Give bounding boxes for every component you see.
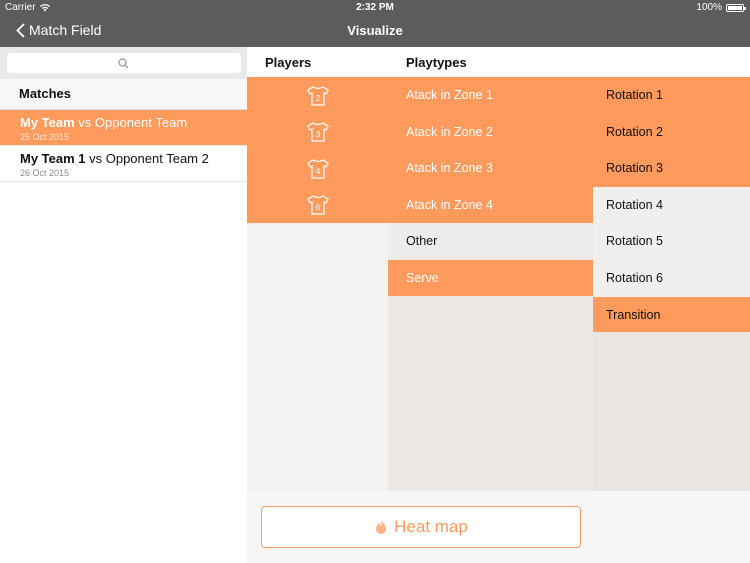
playtype-item[interactable]: Atack in Zone 2 — [388, 113, 593, 151]
rotation-item[interactable]: Rotation 5 — [593, 223, 750, 260]
playtype-item[interactable]: Atack in Zone 1 — [388, 77, 593, 114]
playtypes-empty-area — [388, 296, 593, 491]
jersey-icon: 4 — [306, 159, 329, 179]
players-column: 2 3 4 6 — [247, 77, 388, 224]
flame-icon — [376, 520, 387, 534]
rotation-item[interactable]: Rotation 6 — [593, 259, 750, 297]
jersey-icon: 3 — [306, 122, 329, 142]
filter-header: Players Playtypes — [247, 47, 750, 77]
search-bar — [0, 47, 247, 79]
bottom-bar: Heat map — [247, 491, 750, 563]
jersey-icon: 6 — [306, 195, 329, 216]
rotation-item[interactable]: Rotation 4 — [593, 186, 750, 224]
sidebar: Matches My Team vs Opponent Team 25 Oct … — [0, 47, 247, 563]
search-input[interactable] — [6, 53, 241, 73]
players-empty-area — [247, 223, 388, 491]
playtype-item[interactable]: Serve — [388, 259, 593, 297]
status-bar: Carrier 2:32 PM 100% — [0, 0, 750, 16]
playtypes-header: Playtypes — [406, 55, 467, 70]
players-header: Players — [265, 55, 312, 70]
jersey-icon: 2 — [306, 86, 329, 106]
rotations-column: Rotation 1 Rotation 2 Rotation 3 Rotatio… — [593, 77, 750, 334]
player-item[interactable]: 3 — [247, 113, 388, 151]
matches-header: Matches — [0, 79, 247, 110]
playtypes-column: Atack in Zone 1 Atack in Zone 2 Atack in… — [388, 77, 593, 297]
rotation-item[interactable]: Rotation 3 — [593, 150, 750, 187]
battery-percent: 100% — [696, 2, 722, 13]
rotation-item[interactable]: Rotation 2 — [593, 113, 750, 151]
navigation-bar: Match Field Visualize — [0, 16, 750, 47]
match-date: 25 Oct 2015 — [20, 132, 70, 142]
match-team: My Team 1 — [20, 151, 86, 166]
rotations-empty-area — [593, 332, 750, 491]
rotation-item[interactable]: Transition — [593, 296, 750, 334]
player-item[interactable]: 4 — [247, 150, 388, 187]
page-title: Visualize — [347, 23, 403, 38]
player-item[interactable]: 6 — [247, 186, 388, 224]
status-time: 2:32 PM — [356, 2, 394, 13]
heat-map-button-label: Heat map — [394, 517, 468, 536]
player-number: 3 — [315, 130, 320, 139]
match-date: 26 Oct 2015 — [20, 168, 70, 178]
player-number: 6 — [315, 203, 320, 212]
player-number: 4 — [315, 167, 320, 176]
playtype-item[interactable]: Atack in Zone 4 — [388, 186, 593, 224]
battery-icon — [726, 3, 746, 12]
match-item[interactable]: My Team vs Opponent Team 25 Oct 2015 — [0, 110, 247, 146]
match-team: My Team — [20, 115, 75, 130]
search-icon — [118, 57, 129, 68]
rotation-item[interactable]: Rotation 1 — [593, 77, 750, 114]
match-item[interactable]: My Team 1 vs Opponent Team 2 26 Oct 2015 — [0, 146, 247, 182]
player-number: 2 — [315, 94, 320, 103]
match-opponent: vs Opponent Team — [74, 115, 188, 130]
playtype-item[interactable]: Other — [388, 223, 593, 260]
player-item[interactable]: 2 — [247, 77, 388, 114]
match-opponent: vs Opponent Team 2 — [85, 151, 209, 166]
playtype-item[interactable]: Atack in Zone 3 — [388, 150, 593, 187]
heat-map-button[interactable]: Heat map — [261, 506, 581, 548]
